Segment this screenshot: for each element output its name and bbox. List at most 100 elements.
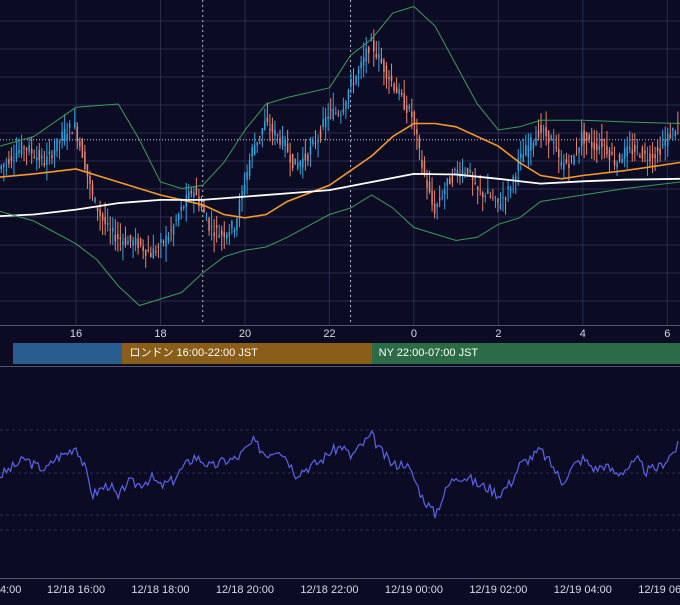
candle-body xyxy=(580,132,583,147)
candle-up xyxy=(165,225,167,263)
candle-down xyxy=(33,149,35,160)
candle-up xyxy=(484,192,487,203)
candle-body xyxy=(289,154,291,163)
market-session-bar: ロンドン 16:00-22:00 JST NY 22:00-07:00 JST xyxy=(0,341,680,365)
candle-body xyxy=(535,137,537,146)
candle-down xyxy=(649,145,651,168)
candle-body xyxy=(350,78,352,86)
candle-down xyxy=(537,119,540,141)
candle-body xyxy=(375,53,378,58)
oscillator-panel[interactable] xyxy=(0,365,680,578)
oscillator-x-tick-label: 12/19 00:00 xyxy=(385,584,443,596)
candle-up xyxy=(233,227,236,238)
candle-body xyxy=(525,145,527,156)
candle-down xyxy=(84,144,86,171)
candle-down xyxy=(291,153,294,172)
candle-body xyxy=(309,146,312,155)
candle-body xyxy=(431,190,433,205)
candle-body xyxy=(626,146,628,157)
candle-body xyxy=(426,180,428,188)
candle-down xyxy=(213,219,215,253)
candle-down xyxy=(547,130,550,159)
candle-body xyxy=(393,83,395,91)
candle-up xyxy=(398,83,400,101)
candle-up xyxy=(560,150,563,170)
candle-body xyxy=(590,142,593,148)
candle-down xyxy=(403,79,405,111)
candle-body xyxy=(124,237,127,245)
candle-down xyxy=(38,142,41,169)
candle-body xyxy=(481,192,484,198)
candle-body xyxy=(677,121,679,123)
candle-down xyxy=(479,174,481,196)
candle-body xyxy=(279,138,281,145)
candle-down xyxy=(651,142,654,174)
candle-body xyxy=(385,65,388,79)
candle-up xyxy=(623,139,626,168)
candle-body xyxy=(127,240,129,245)
candle-down xyxy=(104,202,106,236)
candle-up xyxy=(340,110,342,124)
candle-up xyxy=(509,185,512,199)
candle-body xyxy=(360,61,362,69)
candle-down xyxy=(89,170,91,200)
candle-body xyxy=(101,214,104,221)
candle-up xyxy=(5,157,8,176)
candle-body xyxy=(514,176,517,181)
candle-body xyxy=(51,155,53,159)
candle-up xyxy=(456,161,459,183)
candle-body xyxy=(157,246,160,248)
candle-body xyxy=(76,126,79,142)
candle-down xyxy=(608,146,611,174)
candle-body xyxy=(345,101,347,110)
candle-body xyxy=(25,148,28,151)
candle-body xyxy=(398,89,400,94)
candle-down xyxy=(575,137,578,156)
candle-body xyxy=(403,93,405,110)
candle-body xyxy=(106,223,109,225)
price-x-tick-label: 22 xyxy=(323,328,335,340)
candle-down xyxy=(634,133,636,162)
candle-up xyxy=(253,132,256,156)
candle-down xyxy=(269,113,271,142)
candle-body xyxy=(327,116,329,119)
candle-up xyxy=(580,119,583,156)
candle-body xyxy=(428,181,431,192)
candle-body xyxy=(81,140,84,158)
candle-body xyxy=(484,196,487,198)
candle-body xyxy=(362,57,365,66)
candle-down xyxy=(481,190,484,212)
candle-down xyxy=(451,168,454,188)
candle-body xyxy=(568,163,570,168)
candle-body xyxy=(294,158,296,165)
candle-body xyxy=(58,141,61,144)
oscillator-x-tick-label: 12/18 18:00 xyxy=(131,584,189,596)
candle-up xyxy=(281,126,284,150)
candle-up xyxy=(35,146,38,171)
candle-down xyxy=(545,111,547,146)
candle-up xyxy=(514,172,517,195)
oscillator-x-tick-label: 12/18 20:00 xyxy=(216,584,274,596)
candle-down xyxy=(570,155,573,164)
candle-body xyxy=(96,206,99,212)
oscillator-x-tick-label: 4:00 xyxy=(0,584,21,596)
candle-body xyxy=(137,238,139,248)
candle-up xyxy=(345,99,347,119)
candle-body xyxy=(218,234,220,238)
candle-down xyxy=(583,122,585,159)
candle-body xyxy=(43,162,46,166)
candle-body xyxy=(109,229,111,231)
candle-down xyxy=(129,234,132,248)
candle-up xyxy=(177,212,180,227)
candle-up xyxy=(134,228,137,252)
candle-up xyxy=(112,217,114,245)
candle-body xyxy=(38,150,41,161)
candle-up xyxy=(598,132,601,155)
candle-body xyxy=(373,40,375,52)
price-chart-panel[interactable] xyxy=(0,0,680,325)
candle-up xyxy=(378,40,380,72)
candle-body xyxy=(335,112,337,114)
candle-up xyxy=(284,135,286,158)
candle-body xyxy=(165,235,167,247)
candle-body xyxy=(560,162,563,166)
